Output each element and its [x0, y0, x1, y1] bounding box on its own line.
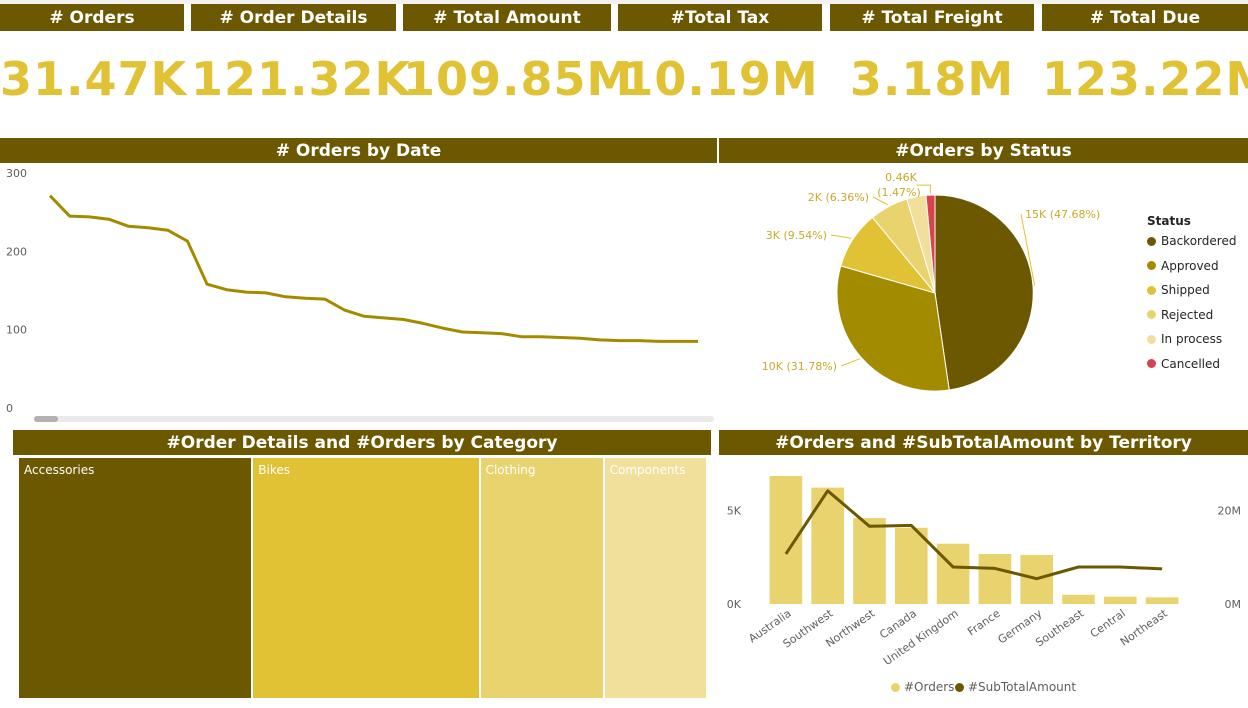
orders-by-status-pie: 15K (47.68%) 10K (31.78%) 3K (9.54%) 2K (6.…	[762, 171, 1100, 392]
territory-bar-northwest[interactable]	[853, 518, 886, 604]
kpi-value-total-due: 123.22M	[1042, 52, 1248, 106]
status-legend-item[interactable]: Shipped	[1147, 283, 1210, 297]
territory-legend-orders: #Orders	[891, 680, 954, 694]
kpi-title-order-details: # Order Details	[191, 4, 396, 31]
pie-slice-backordered[interactable]	[934, 194, 1034, 391]
status-legend-label: Backordered	[1161, 234, 1237, 248]
territory-bar-united-kingdom[interactable]	[936, 543, 970, 604]
pie-slice-label: 10K (31.78%)	[762, 360, 837, 373]
status-legend-item[interactable]: Backordered	[1147, 234, 1236, 248]
treemap-cell-label: Bikes	[258, 463, 291, 477]
orders-by-date-title: # Orders by Date	[0, 138, 717, 163]
treemap-cell-label: Components	[609, 463, 686, 477]
kpi-value-order-details: 121.32K	[191, 52, 412, 106]
orders-legend-label: #Orders	[904, 680, 955, 694]
territory-x-label: Southeast	[1033, 606, 1086, 649]
category-treemap: Accessories Bikes Clothing Components	[18, 457, 707, 699]
date-y-tick-label: 100	[6, 324, 27, 337]
kpi-title-total-tax: #Total Tax	[618, 4, 822, 31]
treemap-cell-accessories[interactable]: Accessories	[18, 457, 253, 699]
territory-combo-chart: 0K5K 0M20M AustraliaSouthwestNorthwest Ca…	[727, 476, 1242, 668]
legend-dot-icon	[1147, 310, 1156, 319]
treemap-cell-label: Clothing	[485, 463, 536, 477]
status-legend-label: Cancelled	[1161, 356, 1220, 371]
date-scrollbar-track[interactable]	[34, 416, 714, 422]
territory-left-tick: 5K	[727, 504, 742, 517]
territory-right-tick: 0M	[1225, 598, 1242, 611]
treemap-cell-bikes[interactable]: Bikes	[252, 457, 480, 699]
orders-by-status-title: #Orders by Status	[719, 138, 1248, 163]
orders-by-date-chart: 0 100 200 300	[6, 167, 698, 415]
pie-leader-line	[840, 358, 860, 367]
kpi-value-total-freight: 3.18M	[849, 52, 1015, 106]
kpi-value-total-amount: 109.85M	[403, 52, 634, 106]
status-legend-label: In process	[1161, 332, 1223, 346]
treemap-cell-clothing[interactable]: Clothing	[479, 457, 604, 699]
territory-bar-southwest[interactable]	[811, 487, 844, 604]
pie-slice-label: 15K (47.68%)	[1025, 208, 1100, 221]
territory-bar-canada[interactable]	[895, 527, 928, 604]
by-territory-title: #Orders and #SubTotalAmount by Territory	[719, 430, 1248, 455]
status-legend-label: Approved	[1161, 258, 1219, 273]
orders-by-date-line	[48, 194, 698, 343]
territory-right-tick: 20M	[1218, 504, 1242, 517]
legend-dot-icon	[1147, 285, 1156, 295]
status-legend-item[interactable]: In process	[1147, 332, 1222, 346]
status-legend-label: Shipped	[1161, 283, 1210, 297]
date-scrollbar-thumb[interactable]	[34, 416, 58, 422]
pie-slice-label: 3K (9.54%)	[766, 229, 827, 242]
kpi-title-total-due: # Total Due	[1042, 4, 1248, 31]
kpi-value-total-tax: 10.19M	[621, 52, 819, 106]
status-legend-item[interactable]: Approved	[1147, 259, 1219, 273]
legend-dot-icon	[1147, 359, 1156, 368]
treemap-cell-components[interactable]: Components	[603, 457, 707, 699]
territory-x-label: Northeast	[1118, 606, 1171, 648]
kpi-value-orders: 31.47K	[0, 52, 188, 106]
date-y-tick-label: 300	[6, 167, 27, 180]
legend-dot-icon	[1147, 261, 1156, 270]
status-legend-label: Rejected	[1161, 307, 1214, 322]
pie-slice-label-top: 0.46K	[885, 171, 917, 184]
status-legend-title: Status	[1147, 214, 1191, 228]
territory-bar-central[interactable]	[1104, 596, 1137, 604]
territory-legend-subtotal: #SubTotalAmount	[955, 680, 1076, 694]
orders-legend-dot-icon	[891, 682, 900, 692]
pie-slice-label-bottom: (1.47%)	[877, 186, 921, 199]
legend-dot-icon	[1147, 236, 1156, 246]
subtotal-legend-dot-icon	[955, 682, 964, 692]
territory-bar-southeast[interactable]	[1062, 594, 1095, 604]
pie-slice-label: 2K (6.36%)	[808, 191, 869, 204]
status-legend-item[interactable]: Cancelled	[1147, 357, 1220, 371]
treemap-cell-label: Accessories	[24, 463, 95, 477]
pie-leader-line	[830, 234, 852, 239]
by-category-title: #Order Details and #Orders by Category	[13, 430, 711, 455]
kpi-title-total-amount: # Total Amount	[403, 4, 611, 31]
territory-bar-france[interactable]	[978, 554, 1012, 604]
subtotal-legend-label: #SubTotalAmount	[968, 680, 1077, 694]
date-y-tick-label: 200	[6, 245, 27, 258]
territory-x-label: United Kingdom	[881, 607, 961, 668]
kpi-title-orders: # Orders	[0, 4, 184, 31]
territory-bar-australia[interactable]	[769, 476, 803, 604]
legend-dot-icon	[1147, 334, 1156, 344]
territory-left-tick: 0K	[727, 598, 742, 611]
status-legend-item[interactable]: Rejected	[1147, 308, 1213, 322]
territory-bar-northeast[interactable]	[1145, 597, 1179, 604]
date-y-tick-label: 0	[6, 402, 13, 415]
kpi-title-total-freight: # Total Freight	[830, 4, 1034, 31]
